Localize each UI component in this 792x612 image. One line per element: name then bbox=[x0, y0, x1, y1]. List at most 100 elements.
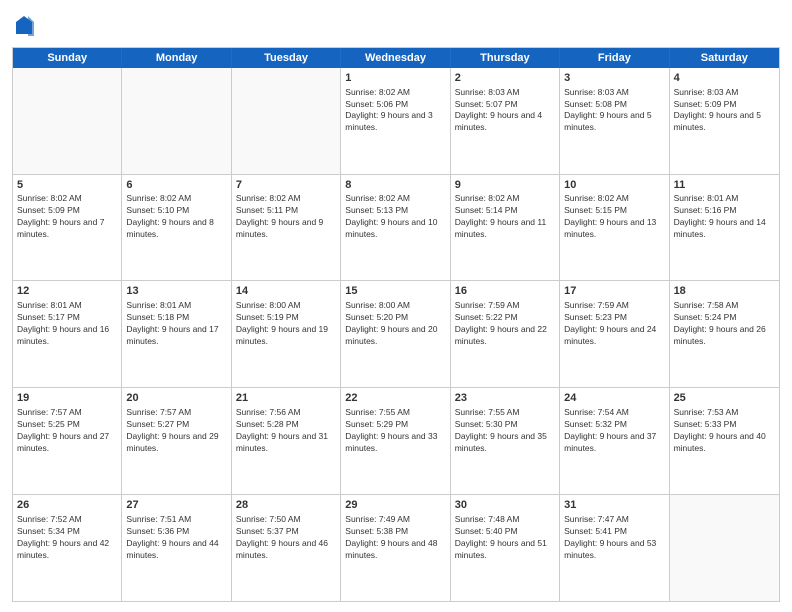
day-number: 28 bbox=[236, 498, 336, 513]
day-info: Sunrise: 8:02 AMSunset: 5:06 PMDaylight:… bbox=[345, 87, 445, 135]
calendar-cell bbox=[670, 495, 779, 601]
day-info: Sunrise: 7:59 AMSunset: 5:22 PMDaylight:… bbox=[455, 300, 555, 348]
calendar-cell: 28Sunrise: 7:50 AMSunset: 5:37 PMDayligh… bbox=[232, 495, 341, 601]
calendar-cell: 27Sunrise: 7:51 AMSunset: 5:36 PMDayligh… bbox=[122, 495, 231, 601]
calendar-cell bbox=[122, 68, 231, 174]
calendar-cell: 29Sunrise: 7:49 AMSunset: 5:38 PMDayligh… bbox=[341, 495, 450, 601]
calendar-cell: 8Sunrise: 8:02 AMSunset: 5:13 PMDaylight… bbox=[341, 175, 450, 281]
calendar-cell: 13Sunrise: 8:01 AMSunset: 5:18 PMDayligh… bbox=[122, 281, 231, 387]
day-info: Sunrise: 8:02 AMSunset: 5:10 PMDaylight:… bbox=[126, 193, 226, 241]
header-day-saturday: Saturday bbox=[670, 48, 779, 68]
day-number: 5 bbox=[17, 178, 117, 193]
calendar-cell: 2Sunrise: 8:03 AMSunset: 5:07 PMDaylight… bbox=[451, 68, 560, 174]
calendar-cell: 5Sunrise: 8:02 AMSunset: 5:09 PMDaylight… bbox=[13, 175, 122, 281]
day-info: Sunrise: 8:02 AMSunset: 5:14 PMDaylight:… bbox=[455, 193, 555, 241]
day-info: Sunrise: 7:55 AMSunset: 5:29 PMDaylight:… bbox=[345, 407, 445, 455]
calendar-cell: 9Sunrise: 8:02 AMSunset: 5:14 PMDaylight… bbox=[451, 175, 560, 281]
calendar-cell: 1Sunrise: 8:02 AMSunset: 5:06 PMDaylight… bbox=[341, 68, 450, 174]
calendar-cell: 11Sunrise: 8:01 AMSunset: 5:16 PMDayligh… bbox=[670, 175, 779, 281]
day-info: Sunrise: 8:01 AMSunset: 5:18 PMDaylight:… bbox=[126, 300, 226, 348]
day-number: 11 bbox=[674, 178, 775, 193]
day-number: 24 bbox=[564, 391, 664, 406]
day-info: Sunrise: 7:55 AMSunset: 5:30 PMDaylight:… bbox=[455, 407, 555, 455]
calendar-cell: 14Sunrise: 8:00 AMSunset: 5:19 PMDayligh… bbox=[232, 281, 341, 387]
calendar: SundayMondayTuesdayWednesdayThursdayFrid… bbox=[12, 47, 780, 602]
day-number: 1 bbox=[345, 71, 445, 86]
day-info: Sunrise: 8:03 AMSunset: 5:08 PMDaylight:… bbox=[564, 87, 664, 135]
day-number: 6 bbox=[126, 178, 226, 193]
logo bbox=[12, 14, 34, 41]
calendar-cell: 7Sunrise: 8:02 AMSunset: 5:11 PMDaylight… bbox=[232, 175, 341, 281]
calendar-cell: 22Sunrise: 7:55 AMSunset: 5:29 PMDayligh… bbox=[341, 388, 450, 494]
day-info: Sunrise: 7:51 AMSunset: 5:36 PMDaylight:… bbox=[126, 514, 226, 562]
calendar-cell: 17Sunrise: 7:59 AMSunset: 5:23 PMDayligh… bbox=[560, 281, 669, 387]
day-info: Sunrise: 7:47 AMSunset: 5:41 PMDaylight:… bbox=[564, 514, 664, 562]
day-info: Sunrise: 7:52 AMSunset: 5:34 PMDaylight:… bbox=[17, 514, 117, 562]
calendar-cell: 16Sunrise: 7:59 AMSunset: 5:22 PMDayligh… bbox=[451, 281, 560, 387]
day-number: 31 bbox=[564, 498, 664, 513]
calendar-cell: 23Sunrise: 7:55 AMSunset: 5:30 PMDayligh… bbox=[451, 388, 560, 494]
day-info: Sunrise: 7:54 AMSunset: 5:32 PMDaylight:… bbox=[564, 407, 664, 455]
calendar-week-1: 1Sunrise: 8:02 AMSunset: 5:06 PMDaylight… bbox=[13, 68, 779, 174]
day-info: Sunrise: 8:02 AMSunset: 5:15 PMDaylight:… bbox=[564, 193, 664, 241]
day-number: 2 bbox=[455, 71, 555, 86]
day-info: Sunrise: 8:01 AMSunset: 5:17 PMDaylight:… bbox=[17, 300, 117, 348]
day-number: 23 bbox=[455, 391, 555, 406]
calendar-cell: 26Sunrise: 7:52 AMSunset: 5:34 PMDayligh… bbox=[13, 495, 122, 601]
calendar-cell: 20Sunrise: 7:57 AMSunset: 5:27 PMDayligh… bbox=[122, 388, 231, 494]
day-info: Sunrise: 7:57 AMSunset: 5:25 PMDaylight:… bbox=[17, 407, 117, 455]
calendar-cell: 15Sunrise: 8:00 AMSunset: 5:20 PMDayligh… bbox=[341, 281, 450, 387]
day-info: Sunrise: 7:56 AMSunset: 5:28 PMDaylight:… bbox=[236, 407, 336, 455]
header-day-monday: Monday bbox=[122, 48, 231, 68]
day-number: 7 bbox=[236, 178, 336, 193]
calendar-week-3: 12Sunrise: 8:01 AMSunset: 5:17 PMDayligh… bbox=[13, 280, 779, 387]
day-info: Sunrise: 8:00 AMSunset: 5:19 PMDaylight:… bbox=[236, 300, 336, 348]
day-number: 14 bbox=[236, 284, 336, 299]
day-info: Sunrise: 7:59 AMSunset: 5:23 PMDaylight:… bbox=[564, 300, 664, 348]
calendar-cell: 3Sunrise: 8:03 AMSunset: 5:08 PMDaylight… bbox=[560, 68, 669, 174]
day-number: 26 bbox=[17, 498, 117, 513]
calendar-cell: 21Sunrise: 7:56 AMSunset: 5:28 PMDayligh… bbox=[232, 388, 341, 494]
day-info: Sunrise: 7:53 AMSunset: 5:33 PMDaylight:… bbox=[674, 407, 775, 455]
calendar-cell: 18Sunrise: 7:58 AMSunset: 5:24 PMDayligh… bbox=[670, 281, 779, 387]
calendar-week-5: 26Sunrise: 7:52 AMSunset: 5:34 PMDayligh… bbox=[13, 494, 779, 601]
calendar-week-4: 19Sunrise: 7:57 AMSunset: 5:25 PMDayligh… bbox=[13, 387, 779, 494]
calendar-cell: 12Sunrise: 8:01 AMSunset: 5:17 PMDayligh… bbox=[13, 281, 122, 387]
day-info: Sunrise: 7:57 AMSunset: 5:27 PMDaylight:… bbox=[126, 407, 226, 455]
day-number: 9 bbox=[455, 178, 555, 193]
day-info: Sunrise: 8:02 AMSunset: 5:11 PMDaylight:… bbox=[236, 193, 336, 241]
day-number: 18 bbox=[674, 284, 775, 299]
calendar-body: 1Sunrise: 8:02 AMSunset: 5:06 PMDaylight… bbox=[13, 68, 779, 601]
day-info: Sunrise: 8:00 AMSunset: 5:20 PMDaylight:… bbox=[345, 300, 445, 348]
calendar-cell: 10Sunrise: 8:02 AMSunset: 5:15 PMDayligh… bbox=[560, 175, 669, 281]
day-info: Sunrise: 8:02 AMSunset: 5:13 PMDaylight:… bbox=[345, 193, 445, 241]
day-number: 30 bbox=[455, 498, 555, 513]
day-number: 15 bbox=[345, 284, 445, 299]
calendar-cell: 30Sunrise: 7:48 AMSunset: 5:40 PMDayligh… bbox=[451, 495, 560, 601]
day-number: 19 bbox=[17, 391, 117, 406]
calendar-cell bbox=[13, 68, 122, 174]
day-info: Sunrise: 7:49 AMSunset: 5:38 PMDaylight:… bbox=[345, 514, 445, 562]
header-day-friday: Friday bbox=[560, 48, 669, 68]
day-info: Sunrise: 8:03 AMSunset: 5:09 PMDaylight:… bbox=[674, 87, 775, 135]
day-number: 21 bbox=[236, 391, 336, 406]
header bbox=[12, 10, 780, 41]
page: SundayMondayTuesdayWednesdayThursdayFrid… bbox=[0, 0, 792, 612]
day-number: 3 bbox=[564, 71, 664, 86]
day-number: 4 bbox=[674, 71, 775, 86]
calendar-cell: 4Sunrise: 8:03 AMSunset: 5:09 PMDaylight… bbox=[670, 68, 779, 174]
header-day-sunday: Sunday bbox=[13, 48, 122, 68]
calendar-header: SundayMondayTuesdayWednesdayThursdayFrid… bbox=[13, 48, 779, 68]
day-number: 20 bbox=[126, 391, 226, 406]
day-number: 27 bbox=[126, 498, 226, 513]
day-number: 22 bbox=[345, 391, 445, 406]
day-number: 16 bbox=[455, 284, 555, 299]
day-info: Sunrise: 7:58 AMSunset: 5:24 PMDaylight:… bbox=[674, 300, 775, 348]
header-day-wednesday: Wednesday bbox=[341, 48, 450, 68]
day-number: 29 bbox=[345, 498, 445, 513]
day-info: Sunrise: 8:02 AMSunset: 5:09 PMDaylight:… bbox=[17, 193, 117, 241]
day-number: 12 bbox=[17, 284, 117, 299]
calendar-cell: 25Sunrise: 7:53 AMSunset: 5:33 PMDayligh… bbox=[670, 388, 779, 494]
day-number: 25 bbox=[674, 391, 775, 406]
calendar-cell: 6Sunrise: 8:02 AMSunset: 5:10 PMDaylight… bbox=[122, 175, 231, 281]
